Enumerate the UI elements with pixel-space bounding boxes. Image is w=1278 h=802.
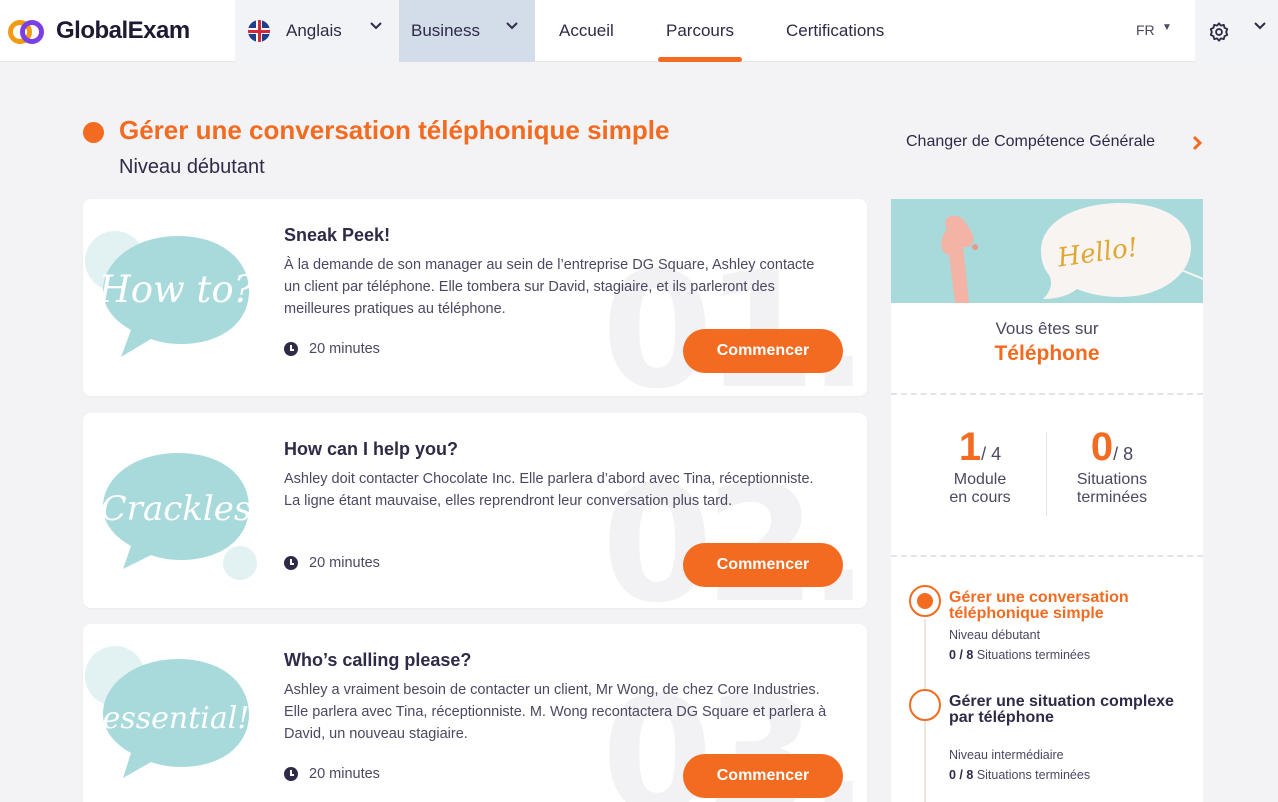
step-active-indicator <box>909 585 941 617</box>
locale-selector[interactable]: FR <box>1136 22 1155 38</box>
start-module-button[interactable]: Commencer <box>683 329 843 373</box>
step-level: Niveau débutant <box>949 628 1041 642</box>
progress-panel: Hello! Vous êtes sur Téléphone 1/ 4 Modu… <box>891 199 1203 802</box>
step-progress-label: Situations terminées <box>976 768 1091 782</box>
stat-total: / 8 <box>1113 444 1134 464</box>
step-title[interactable]: Gérer une situation complexe par télépho… <box>949 694 1179 726</box>
timeline-line <box>924 721 926 802</box>
start-module-button[interactable]: Commencer <box>683 754 843 798</box>
phone-hello-illustration: Hello! <box>891 199 1203 303</box>
uk-flag-icon <box>248 20 270 42</box>
step-progress: 0 / 8 Situations terminées <box>949 768 1090 782</box>
module-description: À la demande de son manager au sein de l… <box>284 257 815 317</box>
language-label: Anglais <box>286 21 342 40</box>
module-duration: 20 minutes <box>309 555 380 571</box>
module-title: Who’s calling please? <box>284 650 472 670</box>
chevron-right-icon[interactable] <box>1192 135 1202 151</box>
divider <box>891 555 1203 557</box>
module-description: Ashley doit contacter Chocolate Inc. Ell… <box>284 471 814 509</box>
stat-value: 0 <box>1090 425 1114 469</box>
page-title: Gérer une conversation téléphonique simp… <box>119 115 670 145</box>
module-title: Sneak Peek! <box>284 225 391 245</box>
current-topic-caption: Vous êtes sur <box>995 319 1099 338</box>
stat-value: 1 <box>958 425 982 469</box>
module-stat: 1/ 4 Module en cours <box>915 425 1045 506</box>
step-progress-label: Situations terminées <box>976 648 1091 662</box>
stat-label: Module <box>953 471 1007 488</box>
nav-accueil[interactable]: Accueil <box>559 0 614 62</box>
bubble-text: How to? <box>98 268 255 311</box>
step-title[interactable]: Gérer une conversation téléphonique simp… <box>949 590 1179 622</box>
speech-bubble-icon: Crackles <box>101 453 257 580</box>
module-card: 01. How to? Sneak Peek! À la demande de … <box>83 199 867 396</box>
clock-icon <box>284 342 298 356</box>
stat-total: / 4 <box>981 444 1002 464</box>
step-progress: 0 / 8 Situations terminées <box>949 648 1090 662</box>
language-selector[interactable]: Anglais <box>235 0 399 62</box>
step-progress-value: 0 / 8 <box>949 768 974 782</box>
globalexam-logo[interactable]: GlobalExam <box>8 15 190 47</box>
track-selector[interactable]: Business <box>399 0 535 62</box>
clock-icon <box>284 767 298 781</box>
track-label: Business <box>411 21 480 40</box>
module-card: 02. Crackles How can I help you? Ashley … <box>83 413 867 608</box>
stat-label: en cours <box>949 489 1011 506</box>
start-module-button[interactable]: Commencer <box>683 543 843 587</box>
title-bullet <box>83 122 104 143</box>
step-indicator <box>909 689 941 721</box>
situation-stat: 0/ 8 Situations terminées <box>1047 425 1177 506</box>
chevron-down-icon <box>370 22 382 30</box>
bubble-text: essential! <box>103 701 250 736</box>
stat-label: Situations <box>1076 471 1148 488</box>
speech-bubble-icon: How to? <box>85 231 255 357</box>
gear-icon <box>1209 22 1229 42</box>
module-duration: 20 minutes <box>309 766 380 782</box>
chevron-down-icon <box>1254 22 1266 30</box>
change-competence-link[interactable]: Changer de Compétence Générale <box>906 133 1155 151</box>
step-progress-value: 0 / 8 <box>949 648 974 662</box>
stat-label: terminées <box>1076 489 1148 506</box>
bubble-text: Crackles <box>101 489 252 529</box>
logo-mark-icon <box>8 15 50 47</box>
top-navigation-bar: GlobalExam Anglais Business Accueil Parc… <box>0 0 1278 62</box>
nav-certifications[interactable]: Certifications <box>786 0 884 62</box>
module-description: Ashley a vraiment besoin de contacter un… <box>284 682 827 742</box>
page-level: Niveau débutant <box>119 156 265 178</box>
clock-icon <box>284 556 298 570</box>
module-duration: 20 minutes <box>309 341 380 357</box>
divider <box>891 393 1203 395</box>
caret-down-icon: ▼ <box>1162 22 1172 33</box>
speech-bubble-icon: essential! <box>85 646 250 778</box>
module-card: 03. essential! Who’s calling please? Ash… <box>83 624 867 802</box>
module-title: How can I help you? <box>284 439 459 459</box>
step-level: Niveau intermédiaire <box>949 748 1064 762</box>
current-topic: Téléphone <box>994 342 1100 365</box>
brand-name: GlobalExam <box>56 17 190 44</box>
settings-menu[interactable] <box>1195 0 1278 62</box>
nav-parcours[interactable]: Parcours <box>657 0 743 62</box>
chevron-down-icon <box>506 22 518 30</box>
